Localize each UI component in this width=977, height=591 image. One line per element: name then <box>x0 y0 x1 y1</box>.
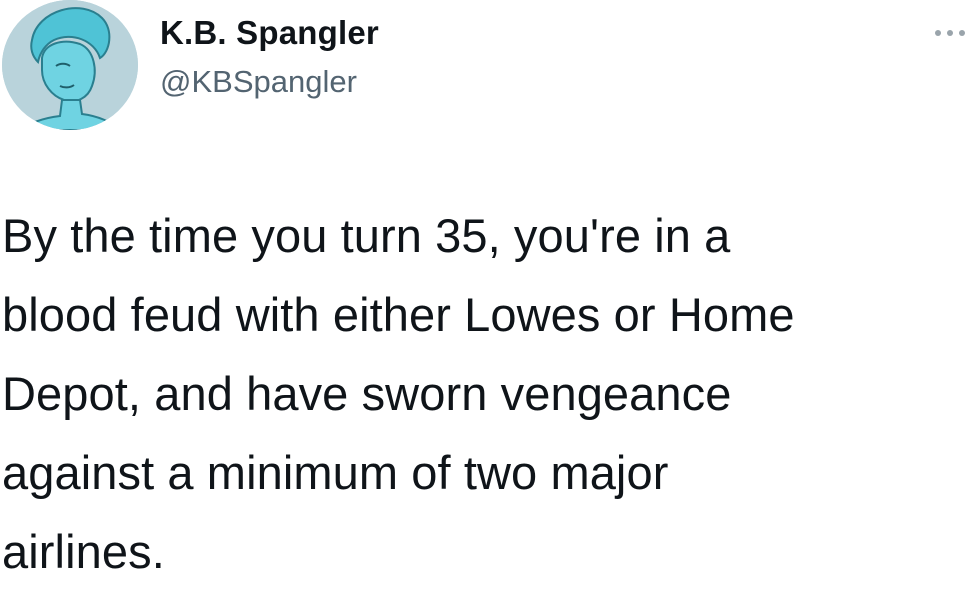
tweet-text: By the time you turn 35, you're in a blo… <box>2 209 795 578</box>
author-handle[interactable]: @KBSpangler <box>160 64 357 100</box>
tweet-card: K.B. Spangler @KBSpangler By the time yo… <box>0 0 977 578</box>
cartoon-portrait-avatar-icon <box>2 0 138 130</box>
author-display-name[interactable]: K.B. Spangler <box>160 14 379 52</box>
avatar[interactable] <box>2 0 138 130</box>
more-options-button[interactable] <box>930 18 970 48</box>
more-horizontal-icon <box>935 30 965 36</box>
